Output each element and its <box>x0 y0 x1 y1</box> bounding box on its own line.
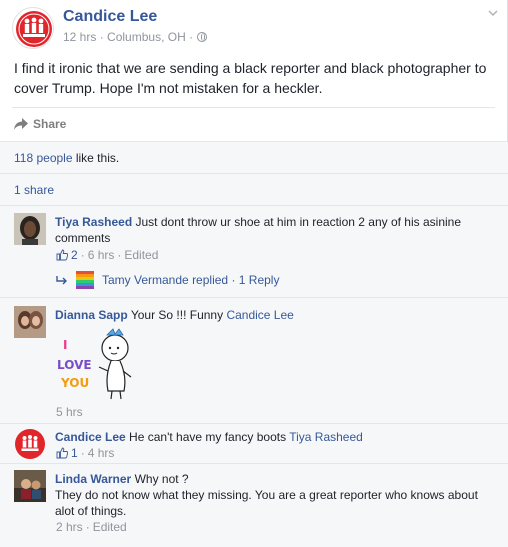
avatar-photo <box>14 213 46 245</box>
comment-edited[interactable]: Edited <box>124 248 158 262</box>
comment-text: Linda Warner Why not ? They do not know … <box>55 471 495 519</box>
likes-summary: 118 people like this. <box>14 151 119 165</box>
comment-like-count[interactable]: 1 <box>71 446 78 460</box>
comment-time[interactable]: 2 hrs <box>56 520 83 534</box>
comment-time[interactable]: 4 hrs <box>88 446 115 460</box>
comment-author[interactable]: Linda Warner <box>55 472 131 486</box>
divider <box>0 463 508 464</box>
meta-separator: · <box>99 30 104 44</box>
thumbs-up-icon[interactable] <box>56 249 68 261</box>
replies-link[interactable]: Tamy Vermande replied · 1 Reply <box>56 271 279 289</box>
thumbs-up-icon[interactable] <box>56 447 68 459</box>
comment-mention[interactable]: Tiya Rasheed <box>289 430 363 444</box>
rainbow-avatar-icon <box>76 271 94 289</box>
comment-edited[interactable]: Edited <box>93 520 127 534</box>
divider <box>0 423 508 424</box>
divider <box>0 297 508 298</box>
post-meta: 12 hrs · Columbus, OH · <box>63 30 208 44</box>
comment-message: He can't have my fancy boots <box>129 430 287 444</box>
share-label: Share <box>33 117 67 131</box>
post-location[interactable]: Columbus, OH <box>107 30 186 44</box>
commenter-avatar[interactable] <box>14 428 46 460</box>
commenter-avatar[interactable] <box>14 213 46 245</box>
red-logo-icon <box>16 11 52 47</box>
reply-avatar <box>76 271 94 289</box>
comment-like-count[interactable]: 2 <box>71 248 78 262</box>
comment-message: Your So !!! Funny <box>130 308 224 322</box>
reply-count[interactable]: 1 Reply <box>239 273 280 287</box>
commenter-avatar[interactable] <box>14 306 46 338</box>
comment-message: Why not ? <box>134 472 189 486</box>
comment-message: They do not know what they missing. You … <box>55 488 478 518</box>
shares-link[interactable]: 1 share <box>14 183 54 197</box>
reply-action: replied <box>192 273 229 287</box>
comment-mention[interactable]: Candice Lee <box>226 308 293 322</box>
reply-arrow-icon <box>56 276 67 285</box>
globe-icon <box>197 32 208 42</box>
reply-author[interactable]: Tamy Vermande <box>102 273 189 287</box>
share-button[interactable]: Share <box>14 115 66 133</box>
share-arrow-icon <box>14 118 28 130</box>
comment-meta: 2 · 6 hrs · Edited <box>56 248 158 262</box>
comment-meta: 2 hrs · Edited <box>56 520 127 534</box>
sticker-text: LOVE <box>57 358 92 372</box>
comment-time[interactable]: 5 hrs <box>56 405 83 419</box>
post-time[interactable]: 12 hrs <box>63 30 96 44</box>
avatar-photo <box>14 470 46 502</box>
likes-suffix: like this. <box>75 151 120 165</box>
post-author[interactable]: Candice Lee <box>63 8 157 26</box>
comment-text: Tiya Rasheed Just dont throw ur shoe at … <box>55 214 485 246</box>
sticker-text: YOU <box>60 376 89 390</box>
chevron-down-icon[interactable] <box>488 8 498 18</box>
comment-author[interactable]: Tiya Rasheed <box>55 215 132 229</box>
author-avatar[interactable] <box>12 7 54 49</box>
divider <box>0 205 508 206</box>
post-card: Candice Lee 12 hrs · Columbus, OH · I fi… <box>0 0 508 547</box>
divider <box>12 107 495 108</box>
meta-separator: · <box>189 30 194 44</box>
commenter-avatar[interactable] <box>14 470 46 502</box>
divider <box>0 173 508 174</box>
love-sticker-image: I LOVE YOU <box>57 328 132 400</box>
comment-author[interactable]: Dianna Sapp <box>55 308 128 322</box>
red-logo-icon <box>15 429 45 459</box>
sticker-text: I <box>63 338 67 352</box>
likes-count-link[interactable]: 118 people <box>14 151 73 165</box>
comment-text: Candice Lee He can't have my fancy boots… <box>55 429 485 445</box>
post-text: I find it ironic that we are sending a b… <box>14 60 487 96</box>
comment-meta: 5 hrs <box>56 405 83 419</box>
comment-author[interactable]: Candice Lee <box>55 430 126 444</box>
comment-time[interactable]: 6 hrs <box>88 248 115 262</box>
avatar-photo <box>14 306 46 338</box>
comment-meta: 1 · 4 hrs <box>56 446 114 460</box>
